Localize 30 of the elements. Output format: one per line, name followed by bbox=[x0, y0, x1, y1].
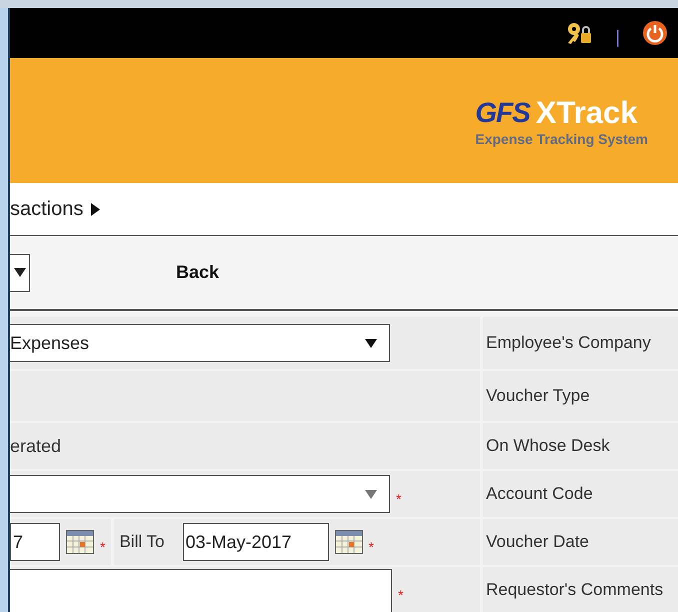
field-value: erated bbox=[10, 436, 62, 456]
field-label: Voucher Date bbox=[486, 532, 590, 552]
field-label: Requestor's Comments bbox=[486, 580, 664, 600]
required-asterisk: * bbox=[100, 539, 106, 555]
date-field[interactable]: 7 bbox=[10, 523, 60, 561]
logo: GFS XTrack Expense Tracking System bbox=[475, 94, 648, 146]
field-label: Account Code bbox=[486, 484, 593, 504]
power-icon[interactable] bbox=[642, 20, 668, 46]
field-label: On Whose Desk bbox=[486, 436, 610, 456]
dropdown-caret-icon bbox=[365, 338, 377, 348]
back-button[interactable]: Back bbox=[170, 258, 226, 287]
calendar-icon[interactable] bbox=[334, 530, 362, 554]
dropdown-caret-icon bbox=[14, 268, 26, 277]
calendar-icon[interactable] bbox=[66, 530, 94, 554]
dropdown[interactable] bbox=[10, 254, 30, 292]
triangle-right-icon bbox=[91, 202, 100, 216]
date-field[interactable]: 03-May-2017 bbox=[182, 523, 328, 561]
breadcrumb-link[interactable]: sactions bbox=[10, 198, 84, 220]
dropdown-caret-icon bbox=[365, 490, 377, 498]
required-asterisk: * bbox=[398, 587, 404, 603]
field-label: Bill To bbox=[119, 532, 164, 552]
dropdown[interactable]: Expenses bbox=[10, 324, 390, 362]
key-lock-icon[interactable] bbox=[565, 21, 594, 45]
comments-textarea[interactable] bbox=[10, 569, 392, 612]
dropdown[interactable] bbox=[10, 475, 390, 513]
required-asterisk: * bbox=[396, 491, 402, 507]
field-label: Employee's Company bbox=[486, 333, 651, 353]
required-asterisk: * bbox=[368, 539, 374, 555]
field-label: Voucher Type bbox=[486, 386, 590, 406]
separator: | bbox=[615, 26, 620, 48]
